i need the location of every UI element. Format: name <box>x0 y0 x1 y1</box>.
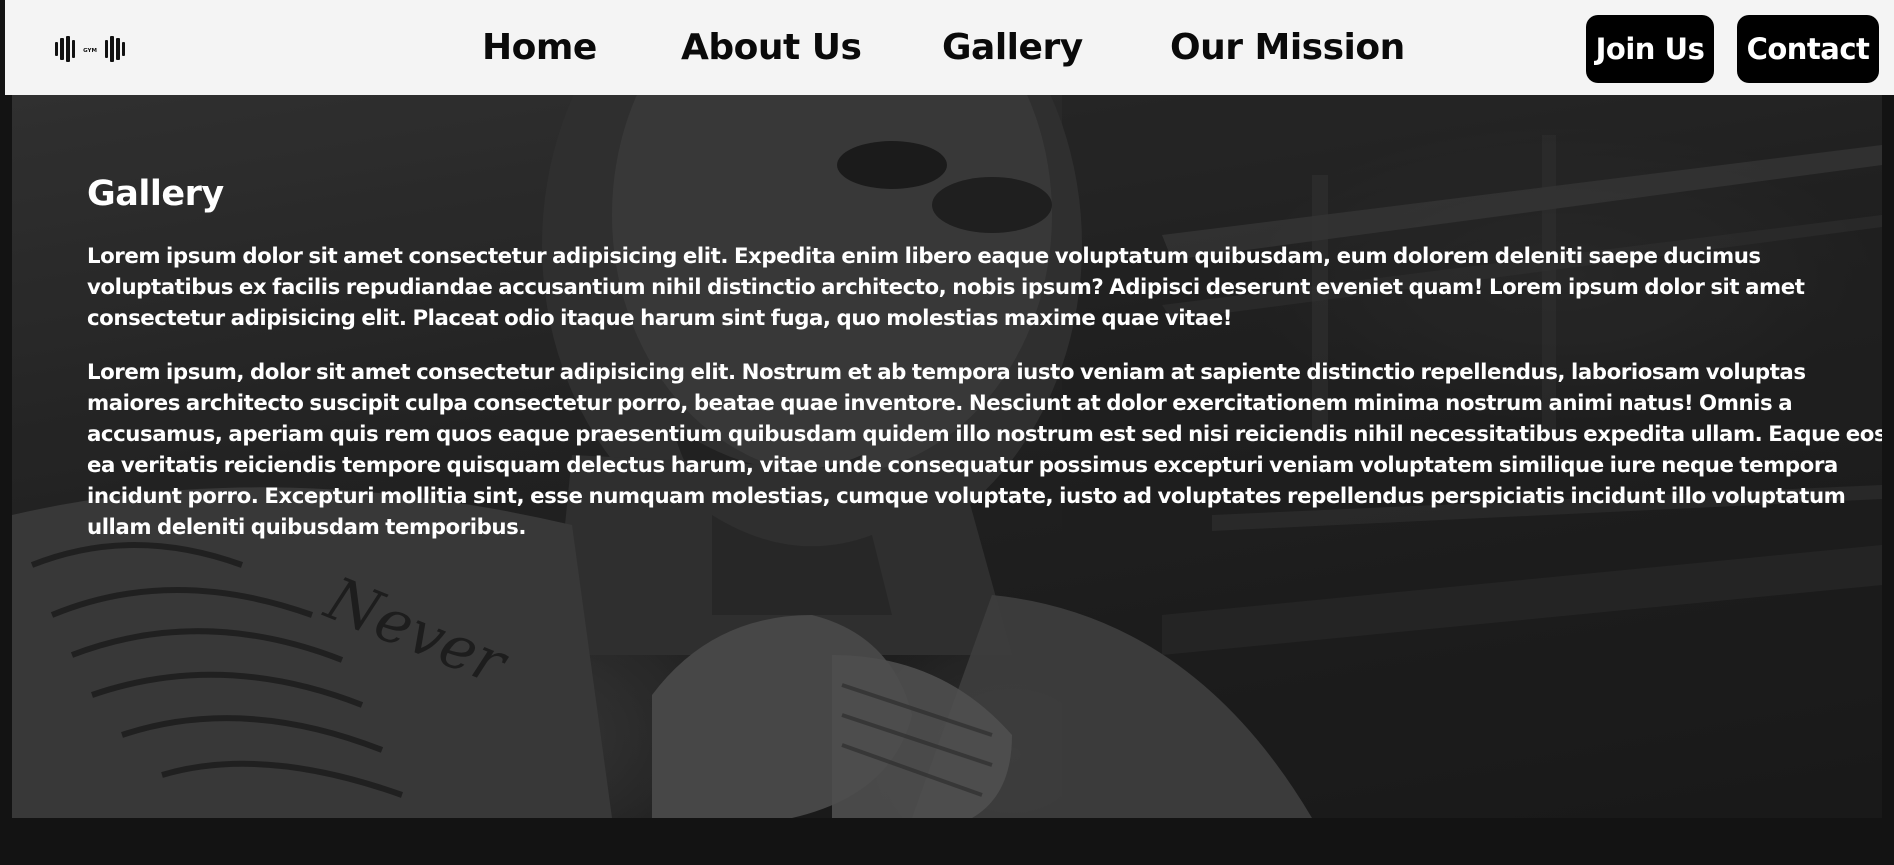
gallery-paragraph-1: Lorem ipsum dolor sit amet consectetur a… <box>87 244 1805 331</box>
site-header: GYM Home About Us Gallery Our Mission Jo… <box>5 0 1894 95</box>
nav-item-about-us[interactable]: About Us <box>681 0 862 95</box>
gallery-paragraph-2: Lorem ipsum, dolor sit amet consectetur … <box>87 360 1882 540</box>
gallery-content: Gallery Lorem ipsum dolor sit amet conse… <box>87 173 1882 566</box>
join-us-button[interactable]: Join Us <box>1586 15 1714 83</box>
nav-item-our-mission[interactable]: Our Mission <box>1170 0 1405 95</box>
gallery-heading: Gallery <box>87 174 224 214</box>
nav-item-gallery[interactable]: Gallery <box>942 0 1083 95</box>
nav-item-home[interactable]: Home <box>482 0 597 95</box>
contact-button[interactable]: Contact <box>1737 15 1879 83</box>
gallery-hero: Never Gallery Lorem ipsum dolor sit amet… <box>12 95 1882 818</box>
